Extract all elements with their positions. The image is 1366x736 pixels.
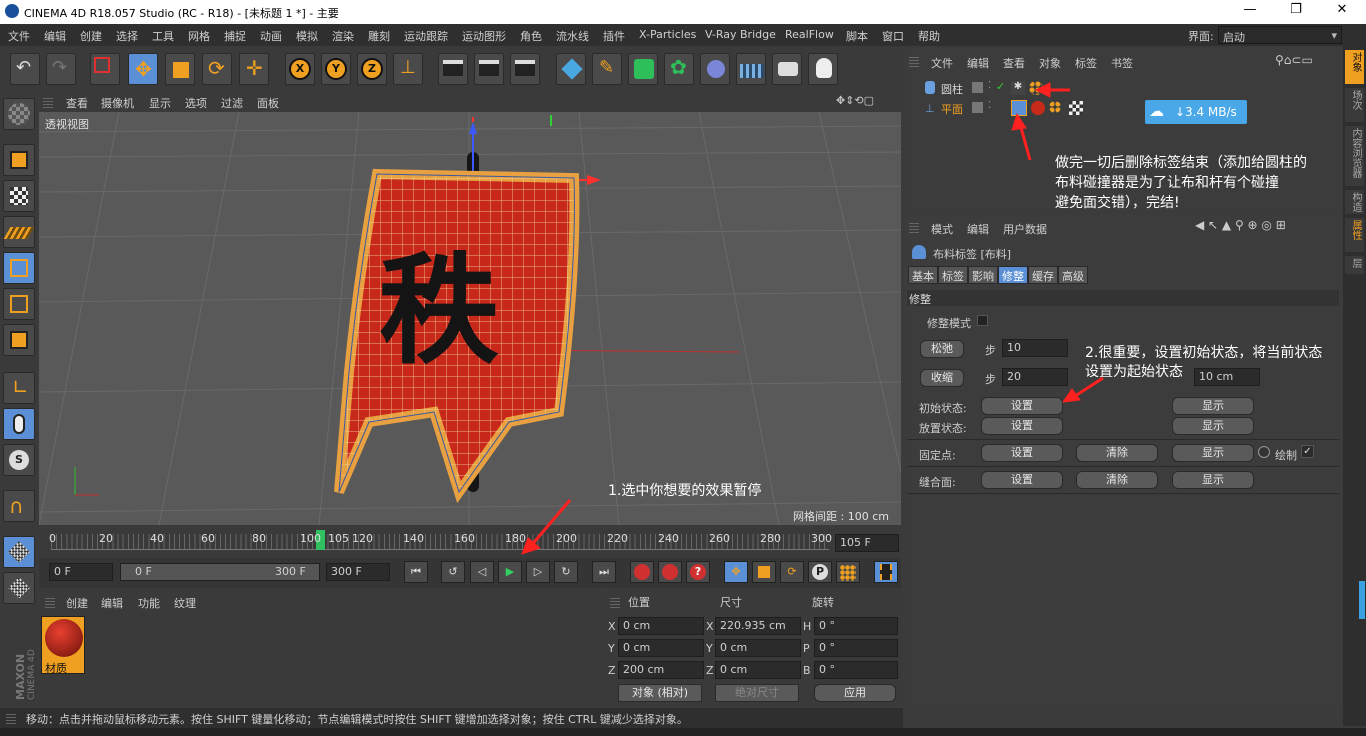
annotation-final-line1: 做完一切后删除标签结束（添加给圆柱的	[1055, 155, 1307, 171]
annotation-final-line2: 布料碰撞器是为了让布和杆有个碰撞	[1055, 175, 1279, 191]
annotation-final-line3: 避免面交错），完结!	[1055, 195, 1180, 211]
annotation-step1: 1.选中你想要的效果暂停	[608, 483, 762, 499]
annotation-step2-line1: 2.很重要，设置初始状态，将当前状态	[1085, 345, 1323, 361]
annotation-step2-line2: 设置为起始状态	[1085, 364, 1183, 380]
